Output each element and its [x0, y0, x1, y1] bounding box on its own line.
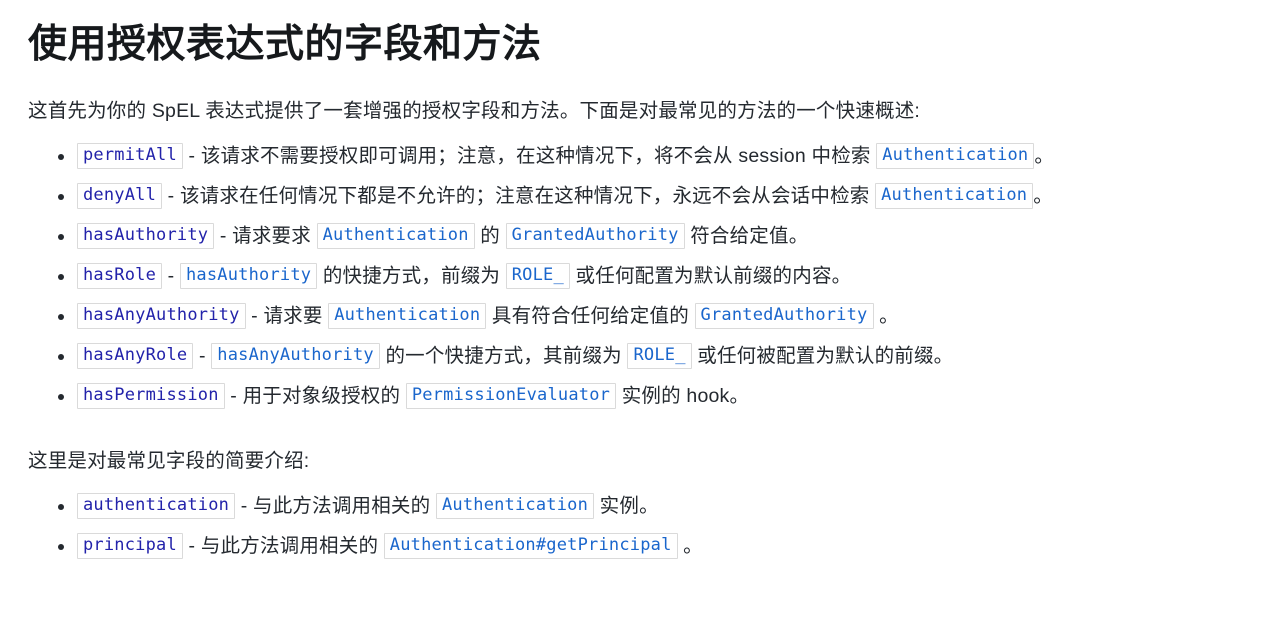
method-code-code: denyAll: [77, 183, 163, 210]
method-code-code2: Authentication: [328, 302, 487, 329]
list-item: authentication - 与此方法调用相关的 Authenticatio…: [28, 492, 1260, 520]
method-code-code: hasAnyAuthority: [77, 302, 246, 329]
field-code-code2: Authentication: [435, 492, 595, 519]
methods-list: permitAll - 该请求不需要授权即可调用；注意，在这种情况下，将不会从 …: [28, 143, 1260, 409]
field-code-code2: Authentication#getPrincipal: [383, 532, 678, 559]
method-text-seg1: - 该请求不需要授权即可调用；注意，在这种情况下，将不会从 session 中检…: [182, 145, 877, 168]
field-text-seg1: - 与此方法调用相关的: [235, 494, 436, 517]
intro-paragraph: 这首先为你的 SpEL 表达式提供了一套增强的授权字段和方法。下面是对最常见的方…: [28, 99, 921, 122]
method-text-seg3: 。: [873, 304, 899, 327]
method-text-seg3: 或任何被配置为默认的前缀。: [691, 344, 954, 367]
method-code-code3: GrantedAuthority: [694, 302, 874, 329]
field-text-seg2: 。: [677, 534, 703, 557]
method-code-code2: Authentication: [316, 222, 475, 249]
method-text-seg1: - 用于对象级授权的: [224, 384, 406, 407]
method-code-code3: GrantedAuthority: [505, 222, 685, 249]
method-text-seg3: 或任何配置为默认前缀的内容。: [569, 264, 852, 287]
method-code-code2: hasAuthority: [179, 262, 318, 289]
fields-paragraph: 这里是对最常见字段的简要介绍:: [28, 449, 310, 472]
page-title: 使用授权表达式的字段和方法: [28, 23, 542, 66]
list-item: denyAll - 该请求在任何情况下都是不允许的；注意在这种情况下，永远不会从…: [28, 183, 1260, 210]
list-item: hasPermission - 用于对象级授权的 PermissionEvalu…: [28, 382, 1260, 410]
list-item: principal - 与此方法调用相关的 Authentication#get…: [28, 532, 1260, 560]
method-code-code3: ROLE_: [627, 342, 692, 369]
method-text-seg1: -: [193, 344, 212, 367]
method-code-code: hasPermission: [77, 382, 225, 409]
list-item: hasAnyRole - hasAnyAuthority 的一个快捷方式，其前缀…: [28, 342, 1260, 370]
field-text-seg1: - 与此方法调用相关的: [182, 534, 384, 557]
method-text-seg2: 。: [1033, 185, 1053, 208]
method-code-code: hasRole: [77, 262, 163, 289]
field-code-code: principal: [77, 532, 183, 559]
method-code-code2: hasAnyAuthority: [211, 342, 380, 369]
list-item: permitAll - 该请求不需要授权即可调用；注意，在这种情况下，将不会从 …: [28, 143, 1260, 170]
field-text-seg2: 实例。: [594, 494, 659, 517]
method-text-seg2: 具有符合任何给定值的: [486, 304, 695, 327]
method-code-code2: PermissionEvaluator: [405, 382, 617, 409]
method-text-seg3: 符合给定值。: [684, 224, 809, 247]
method-text-seg1: -: [162, 264, 180, 287]
method-text-seg1: - 请求要: [245, 304, 329, 327]
method-text-seg2: 。: [1034, 145, 1055, 168]
method-text-seg2: 的快捷方式，前缀为: [317, 264, 506, 287]
method-code-code3: ROLE_: [505, 262, 570, 289]
method-text-seg1: - 该请求在任何情况下都是不允许的；注意在这种情况下，永远不会从会话中检索: [162, 185, 876, 208]
field-code-code: authentication: [77, 492, 236, 519]
document-page: 使用授权表达式的字段和方法 这首先为你的 SpEL 表达式提供了一套增强的授权字…: [0, 0, 1288, 560]
method-text-seg2: 的一个快捷方式，其前缀为: [379, 344, 628, 367]
list-item: hasAuthority - 请求要求 Authentication 的 Gra…: [28, 222, 1260, 250]
method-text-seg2: 实例的 hook。: [616, 384, 750, 407]
list-item: hasRole - hasAuthority 的快捷方式，前缀为 ROLE_ 或…: [28, 262, 1260, 290]
method-text-seg2: 的: [474, 224, 506, 247]
method-text-seg1: - 请求要求: [214, 224, 317, 247]
method-code-code2: Authentication: [876, 143, 1035, 170]
method-code-code: permitAll: [77, 143, 183, 170]
fields-list: authentication - 与此方法调用相关的 Authenticatio…: [28, 492, 1260, 560]
method-code-code: hasAnyRole: [77, 342, 194, 369]
method-code-code: hasAuthority: [77, 222, 215, 249]
method-code-code2: Authentication: [875, 183, 1034, 210]
list-item: hasAnyAuthority - 请求要 Authentication 具有符…: [28, 302, 1260, 330]
